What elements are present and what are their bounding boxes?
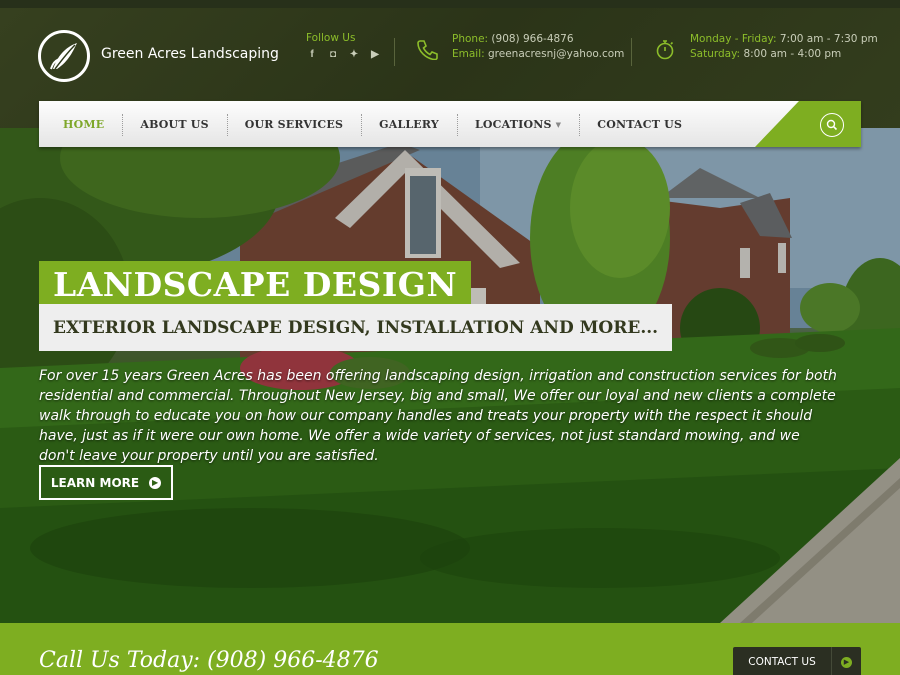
nav-item-home[interactable]: HOME: [39, 118, 122, 131]
nav-item-locations[interactable]: LOCATIONS ▼: [456, 113, 579, 136]
weekday-hours: 7:00 am - 7:30 pm: [779, 33, 878, 45]
hero-banner: LANDSCAPE DESIGN EXTERIOR LANDSCAPE DESI…: [0, 128, 900, 623]
arrow-right-icon: ▶: [841, 656, 852, 668]
facebook-icon[interactable]: f: [306, 49, 318, 60]
twitter-icon[interactable]: ✦: [348, 49, 360, 60]
contact-info: Phone: (908) 966-4876 Email: greenacresn…: [416, 32, 624, 61]
leaf-logo-icon[interactable]: [38, 30, 90, 82]
nav-item-our-services[interactable]: OUR SERVICES: [226, 113, 361, 136]
hero-description: For over 15 years Green Acres has been o…: [39, 368, 837, 464]
arrow-right-icon: ▶: [149, 476, 162, 489]
hero-subtitle: EXTERIOR LANDSCAPE DESIGN, INSTALLATION …: [39, 304, 673, 351]
social-links: f ◘ ✦ ▶: [306, 49, 381, 60]
follow-us: Follow Us f ◘ ✦ ▶: [306, 32, 381, 60]
header-divider: [394, 38, 395, 66]
nav-item-about-us[interactable]: ABOUT US: [122, 113, 226, 136]
search-icon[interactable]: [820, 113, 844, 137]
nav-item-contact-us[interactable]: CONTACT US: [579, 113, 700, 136]
learn-more-button[interactable]: LEARN MORE ▶: [39, 465, 173, 500]
saturday-hours: 8:00 am - 4:00 pm: [743, 47, 842, 60]
saturday-label: Saturday:: [690, 47, 741, 60]
phone-icon: [417, 40, 438, 60]
stopwatch-icon: [656, 40, 674, 60]
caret-down-icon: ▼: [555, 119, 562, 129]
main-navigation: HOME ABOUT US OUR SERVICES GALLERY LOCAT…: [39, 101, 861, 147]
contact-us-label: CONTACT US: [748, 656, 816, 668]
nav-item-gallery[interactable]: GALLERY: [361, 113, 457, 136]
call-to-action-bar: Call Us Today: (908) 966-4876 CONTACT US…: [0, 623, 900, 675]
header-divider: [631, 38, 632, 66]
phone-label: Phone:: [452, 33, 489, 45]
phone-number[interactable]: (908) 966-4876: [491, 33, 573, 45]
learn-more-label: LEARN MORE: [50, 475, 140, 490]
email-address[interactable]: greenacresnj@yahoo.com: [488, 48, 624, 60]
contact-us-button[interactable]: CONTACT US ▶: [733, 647, 861, 675]
hero-title: LANDSCAPE DESIGN: [39, 261, 472, 309]
business-hours: Monday - Friday: 7:00 am - 7:30 pm Satur…: [654, 32, 878, 61]
weekday-label: Monday - Friday:: [690, 33, 777, 45]
call-us-text: Call Us Today: (908) 966-4876: [39, 648, 379, 673]
nav-item-locations-label: LOCATIONS: [474, 117, 552, 131]
brand-name[interactable]: Green Acres Landscaping: [101, 46, 279, 62]
follow-label: Follow Us: [306, 32, 356, 44]
instagram-icon[interactable]: ◘: [327, 49, 339, 60]
email-label: Email:: [452, 47, 485, 60]
youtube-icon[interactable]: ▶: [369, 49, 381, 60]
